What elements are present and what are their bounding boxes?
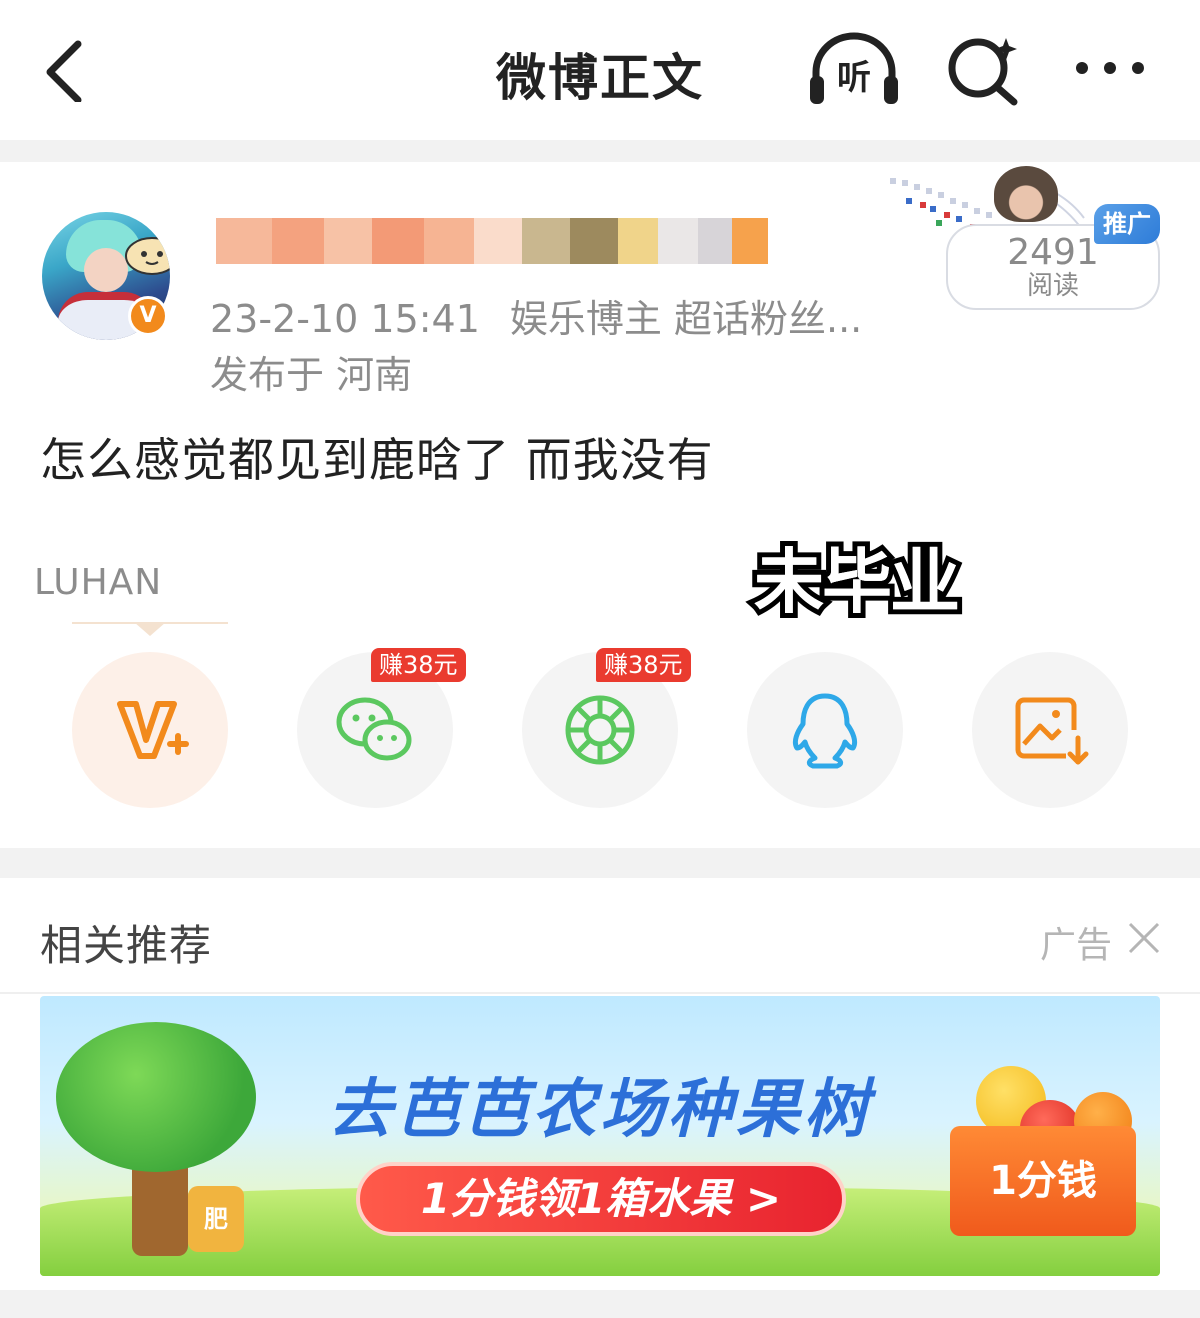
tag-caret	[134, 622, 166, 636]
more-options-button[interactable]	[1070, 48, 1150, 88]
share-moments-button[interactable]: 赚38元	[522, 648, 691, 808]
section-divider	[0, 848, 1200, 878]
listen-button[interactable]: 听	[806, 32, 902, 108]
cartoon-frame-icon	[125, 237, 170, 275]
top-nav-bar: 微博正文 听	[0, 0, 1200, 140]
wechat-icon	[336, 697, 412, 761]
listen-label: 听	[837, 58, 871, 98]
earn-badge: 赚38元	[596, 648, 691, 682]
weibo-post: V 23-2-10 15:41 娱乐博主 超话粉丝... 发布于 河南 推广 2…	[0, 162, 1200, 848]
fertilizer-pot: 肥	[188, 1186, 244, 1252]
banner-cta-button[interactable]: 1分钱领1箱水果 >	[356, 1162, 846, 1236]
author-tags: 娱乐博主 超话粉丝...	[509, 297, 863, 341]
share-wechat-button[interactable]: 赚38元	[297, 648, 466, 808]
share-vplus-button[interactable]	[72, 652, 228, 808]
ad-label: 广告	[1040, 925, 1113, 966]
post-body-text: 怎么感觉都见到鹿晗了 而我没有	[40, 433, 714, 487]
post-location: 发布于 河南	[210, 353, 413, 397]
share-qq-button[interactable]	[747, 652, 903, 808]
more-dots-icon	[1076, 62, 1144, 74]
username-redacted[interactable]	[216, 218, 768, 264]
v-plus-icon	[117, 701, 189, 759]
recommendation-header: 相关推荐 广告	[0, 878, 1200, 994]
sticker-text: 未毕业	[754, 541, 960, 623]
verified-badge-icon: V	[128, 296, 168, 336]
earn-badge: 赚38元	[371, 648, 466, 682]
post-meta: 23-2-10 15:41 娱乐博主 超话粉丝...	[210, 288, 862, 343]
moments-shutter-icon	[565, 695, 635, 765]
share-save-image-button[interactable]	[972, 652, 1128, 808]
image-watermark-text: LUHAN	[34, 562, 163, 603]
section-divider	[0, 1290, 1200, 1318]
search-sparkle-icon	[948, 38, 1018, 106]
read-label: 阅读	[1026, 271, 1079, 301]
post-timestamp: 23-2-10 15:41	[210, 297, 480, 341]
promo-tag: 推广	[1094, 204, 1160, 244]
fruit-box-label: 1分钱	[950, 1126, 1136, 1236]
close-icon[interactable]	[1124, 918, 1164, 958]
recommendation-title: 相关推荐	[40, 921, 213, 970]
image-download-icon	[1015, 697, 1089, 765]
ad-banner[interactable]: 肥 去芭芭农场种果树 1分钱领1箱水果 > 1分钱	[40, 996, 1160, 1276]
qq-penguin-icon	[792, 693, 858, 769]
promo-avatar	[994, 166, 1058, 222]
promo-card[interactable]: 推广 2491 阅读	[886, 166, 1166, 316]
section-divider	[0, 140, 1200, 162]
search-button[interactable]	[944, 34, 1024, 106]
